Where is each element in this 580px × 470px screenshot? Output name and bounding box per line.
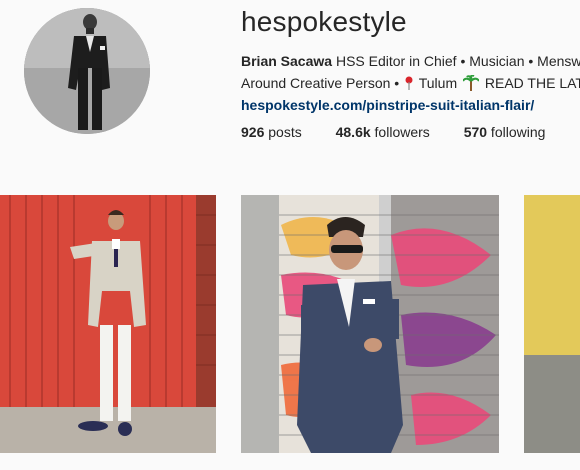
following-label: following bbox=[487, 124, 546, 140]
bio-line-2: Around Creative Person • Tulum READ THE … bbox=[241, 72, 580, 94]
grid-photo[interactable] bbox=[524, 195, 580, 453]
profile-stats: 926 posts 48.6k followers 570 following bbox=[241, 124, 575, 140]
bio-line-3: hespokestyle.com/pinstripe-suit-italian-… bbox=[241, 94, 580, 116]
profile-website-link[interactable]: hespokestyle.com/pinstripe-suit-italian-… bbox=[241, 97, 534, 113]
profile-avatar[interactable] bbox=[24, 8, 150, 134]
followers-stat[interactable]: 48.6k followers bbox=[336, 124, 430, 140]
grid-photo[interactable] bbox=[241, 195, 499, 453]
following-count: 570 bbox=[463, 124, 488, 140]
bio-line-1: Brian Sacawa HSS Editor in Chief • Music… bbox=[241, 50, 580, 72]
photo-grid bbox=[0, 195, 580, 455]
posts-label: posts bbox=[264, 124, 302, 140]
profile-full-name: Brian Sacawa bbox=[241, 53, 333, 69]
following-stat[interactable]: 570 following bbox=[464, 124, 546, 140]
bio-text-2c: READ THE LAT bbox=[481, 75, 580, 91]
profile-header: hespokestyle Brian Sacawa HSS Editor in … bbox=[0, 0, 580, 175]
profile-username: hespokestyle bbox=[241, 6, 407, 37]
followers-count: 48.6k bbox=[335, 124, 371, 140]
followers-label: followers bbox=[370, 124, 430, 140]
bio-text-2b: Tulum bbox=[415, 75, 461, 91]
grid-photo[interactable] bbox=[0, 195, 216, 453]
bio-text-2a: Around Creative Person • bbox=[241, 75, 404, 91]
profile-bio: Brian Sacawa HSS Editor in Chief • Music… bbox=[241, 50, 580, 116]
posts-count: 926 bbox=[241, 124, 265, 140]
posts-stat: 926 posts bbox=[241, 124, 302, 140]
pin-icon bbox=[405, 76, 413, 90]
bio-text-1: HSS Editor in Chief • Musician • Menswe bbox=[332, 53, 580, 69]
palm-tree-icon bbox=[463, 75, 479, 91]
